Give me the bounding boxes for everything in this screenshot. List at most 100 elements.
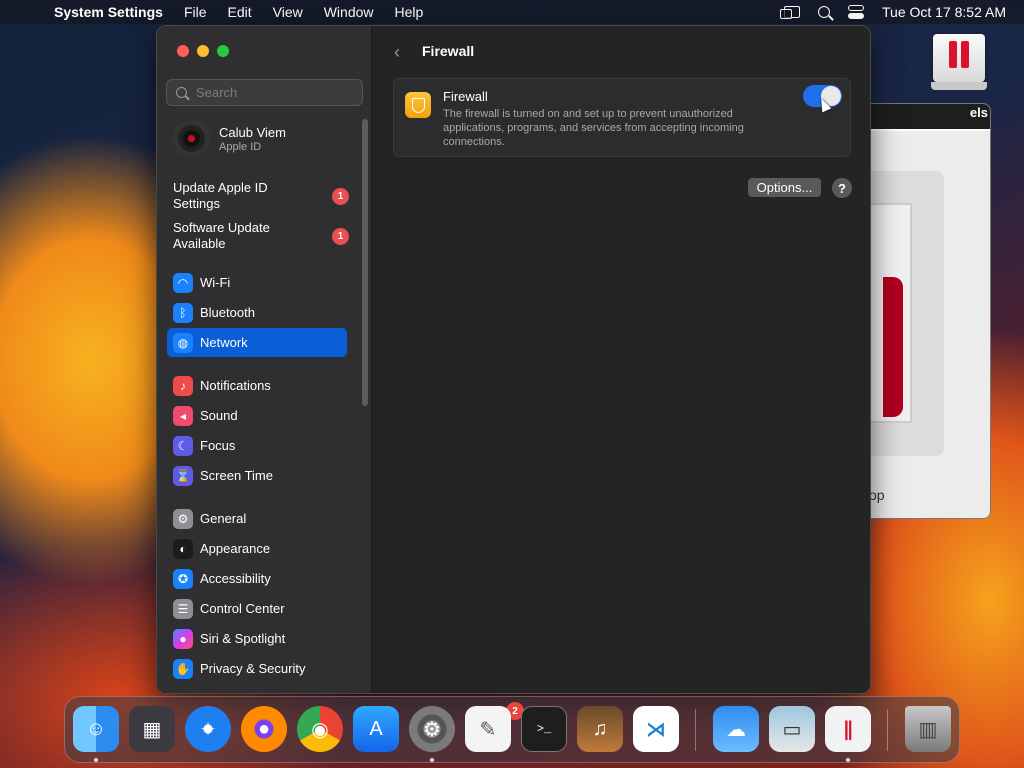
notification-badge: 1	[332, 227, 349, 245]
content-pane: ‹ Firewall Firewall The firewall is turn…	[372, 26, 870, 693]
sidebar-item-label: Control Center	[200, 601, 285, 616]
apple-id-profile[interactable]: Calub Viem Apple ID	[173, 120, 286, 157]
sidebar-item-general[interactable]: ⚙ General	[167, 504, 347, 533]
firewall-label: Firewall	[443, 89, 488, 104]
search-input[interactable]	[196, 85, 356, 100]
sidebar-item-network[interactable]: ◍ Network	[167, 328, 347, 357]
menu-file[interactable]: File	[184, 4, 207, 20]
menu-help[interactable]: Help	[395, 4, 424, 20]
notice-update-apple-id[interactable]: Update Apple ID Settings 1	[173, 180, 353, 212]
launchpad-icon[interactable]: ▦	[129, 706, 175, 752]
sidebar-item-label: Notifications	[200, 378, 271, 393]
firewall-card: Firewall The firewall is turned on and s…	[393, 78, 851, 157]
background-window-title: els	[869, 104, 990, 129]
finder-icon[interactable]: ☺	[73, 706, 119, 752]
spotlight-search-icon[interactable]	[818, 6, 830, 18]
sidebar-item-control-center[interactable]: ☰ Control Center	[167, 594, 347, 623]
sidebar-item-label: Wi-Fi	[200, 275, 231, 290]
sidebar-item-accessibility[interactable]: ✪ Accessibility	[167, 564, 347, 593]
search-field[interactable]	[166, 79, 363, 106]
dock: ☺ ▦ ✦ ● ◉ A ⚙ 2 ✎ >_ ♫ ⋊ ☁ ▭ ∥ ▥	[64, 696, 960, 763]
garageband-icon[interactable]: ♫	[577, 706, 623, 752]
sidebar-item-label: Screen Time	[200, 468, 273, 483]
accessibility-icon: ✪	[173, 568, 193, 589]
siri-icon: ●	[173, 628, 193, 649]
background-window[interactable]: els op	[868, 103, 991, 519]
screen-mirroring-icon[interactable]	[780, 6, 800, 19]
system-settings-window: Calub Viem Apple ID Update Apple ID Sett…	[156, 25, 871, 694]
weather-icon[interactable]: ☁	[713, 706, 759, 752]
terminal-icon[interactable]: >_	[521, 706, 567, 752]
search-icon	[176, 87, 187, 98]
menu-view[interactable]: View	[273, 4, 303, 20]
sidebar-item-label: Appearance	[200, 541, 271, 556]
avatar	[173, 120, 210, 157]
profile-subtitle: Apple ID	[219, 140, 262, 153]
running-indicator	[846, 758, 850, 762]
back-chevron-icon[interactable]: ‹	[394, 42, 400, 63]
sidebar-item-focus[interactable]: ☾ Focus	[167, 431, 347, 460]
sidebar-item-privacy-security[interactable]: ✋ Privacy & Security	[167, 654, 347, 683]
sidebar-item-label: Bluetooth	[200, 305, 255, 320]
sidebar-item-siri-spotlight[interactable]: ● Siri & Spotlight	[167, 624, 347, 653]
background-window-content: op	[869, 131, 990, 518]
sidebar-item-label: General	[200, 511, 247, 526]
firewall-description: The firewall is turned on and set up to …	[443, 108, 744, 148]
help-button[interactable]: ?	[832, 178, 852, 198]
background-card	[869, 171, 944, 456]
sidebar-item-label: Accessibility	[200, 571, 271, 586]
sidebar-item-screen-time[interactable]: ⌛ Screen Time	[167, 461, 347, 490]
firefox-icon[interactable]: ●	[241, 706, 287, 752]
bluetooth-icon: ᛒ	[173, 302, 193, 323]
notice-software-update[interactable]: Software Update Available 1	[173, 220, 353, 252]
background-window-label: op	[869, 487, 885, 503]
zoom-window-button[interactable]	[217, 45, 229, 57]
preview-icon[interactable]: ▭	[769, 706, 815, 752]
sidebar-item-appearance[interactable]: ◐ Appearance	[167, 534, 347, 563]
dock-separator	[887, 709, 888, 751]
sidebar-scrollbar[interactable]	[362, 119, 368, 406]
speaker-icon: ◂	[173, 405, 193, 426]
menu-window[interactable]: Window	[324, 4, 374, 20]
window-controls	[177, 45, 229, 57]
minimize-window-button[interactable]	[197, 45, 209, 57]
textedit-icon[interactable]: ✎	[465, 706, 511, 752]
close-window-button[interactable]	[177, 45, 189, 57]
system-settings-icon[interactable]: ⚙	[409, 706, 455, 752]
safari-icon[interactable]: ✦	[185, 706, 231, 752]
appearance-icon: ◐	[173, 538, 193, 559]
dock-separator	[695, 709, 696, 751]
running-indicator	[94, 758, 98, 762]
sidebar-item-label: Network	[200, 335, 248, 350]
control-center-icon[interactable]	[848, 5, 864, 19]
control-center-icon: ☰	[173, 598, 193, 619]
notice-label: Update Apple ID Settings	[173, 180, 268, 211]
sidebar-item-sound[interactable]: ◂ Sound	[167, 401, 347, 430]
parallels-icon[interactable]: ∥	[825, 706, 871, 752]
sidebar-item-wifi[interactable]: ◠ Wi-Fi	[167, 268, 347, 297]
menu-app-name[interactable]: System Settings	[54, 4, 163, 20]
firewall-shield-icon	[405, 92, 431, 118]
sidebar-item-bluetooth[interactable]: ᛒ Bluetooth	[167, 298, 347, 327]
chrome-icon[interactable]: ◉	[297, 706, 343, 752]
options-button[interactable]: Options...	[748, 178, 821, 197]
wifi-icon: ◠	[173, 272, 193, 293]
gear-icon: ⚙	[173, 508, 193, 529]
menu-bar: System Settings File Edit View Window He…	[0, 0, 1024, 24]
parallels-desktop-icon[interactable]	[931, 34, 987, 92]
notice-label: Software Update Available	[173, 220, 270, 251]
sidebar-item-notifications[interactable]: ♪ Notifications	[167, 371, 347, 400]
vscode-icon[interactable]: ⋊	[633, 706, 679, 752]
sidebar: Calub Viem Apple ID Update Apple ID Sett…	[157, 26, 372, 693]
trash-icon[interactable]: ▥	[905, 706, 951, 752]
hand-icon: ✋	[173, 658, 193, 679]
sidebar-item-label: Sound	[200, 408, 238, 423]
profile-name: Calub Viem	[219, 124, 286, 140]
running-indicator	[430, 758, 434, 762]
sidebar-item-label: Privacy & Security	[200, 661, 306, 676]
notification-badge: 1	[332, 187, 349, 205]
sidebar-item-label: Focus	[200, 438, 236, 453]
menu-clock[interactable]: Tue Oct 17 8:52 AM	[882, 4, 1006, 20]
app-store-icon[interactable]: A	[353, 706, 399, 752]
menu-edit[interactable]: Edit	[228, 4, 252, 20]
